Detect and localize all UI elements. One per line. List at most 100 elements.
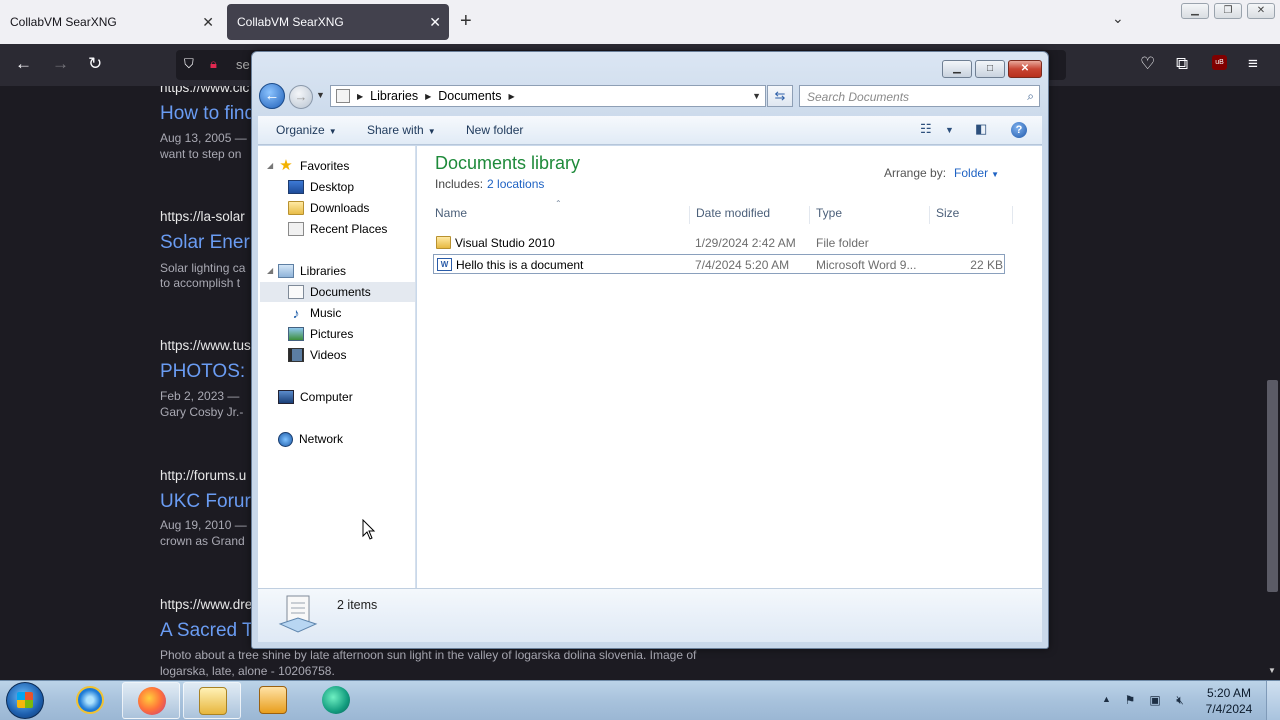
includes-label: Includes: <box>435 177 484 191</box>
page-scrollbar-thumb[interactable] <box>1267 380 1278 592</box>
close-icon[interactable]: ✕ <box>1247 3 1275 19</box>
nav-music[interactable]: ♪ Music <box>288 303 342 323</box>
preview-pane-icon[interactable]: ◧ <box>975 121 987 137</box>
share-with-button[interactable]: Share with ▼ <box>367 123 436 137</box>
nav-videos[interactable]: Videos <box>288 345 346 365</box>
pocket-icon[interactable]: ♡ <box>1140 54 1155 74</box>
collabvm-app-button[interactable] <box>307 682 365 719</box>
browser-tab-active[interactable]: CollabVM SearXNG ✕ <box>227 4 449 40</box>
new-tab-icon[interactable]: + <box>460 10 472 33</box>
list-tabs-icon[interactable]: ⌄ <box>1112 10 1124 27</box>
refresh-icon[interactable]: ⇆ <box>767 85 793 107</box>
forward-arrow-icon[interactable]: → <box>289 85 313 109</box>
locations-link[interactable]: 2 locations <box>487 177 544 191</box>
address-bar[interactable]: ▶ Libraries ▶ Documents ▶ ▼ <box>330 85 766 107</box>
library-title: Documents library <box>435 153 581 173</box>
nav-recent-places[interactable]: Recent Places <box>288 219 387 239</box>
minimize-icon[interactable]: ▁ <box>1181 3 1209 19</box>
media-player-button[interactable] <box>244 682 302 719</box>
result-url[interactable]: https://www.dre <box>160 597 252 612</box>
internet-explorer-button[interactable] <box>61 682 119 719</box>
help-icon[interactable]: ? <box>1011 122 1027 138</box>
change-view-icon[interactable]: ☷ <box>920 121 932 137</box>
star-icon: ★ <box>279 157 293 174</box>
breadcrumb-arrow-icon[interactable]: ▶ <box>425 92 431 101</box>
file-row[interactable]: Visual Studio 2010 1/29/2024 2:42 AM Fil… <box>433 233 1005 253</box>
column-header-name[interactable]: Name <box>434 206 690 224</box>
search-input[interactable]: Search Documents ⌕ <box>799 85 1040 107</box>
result-snippet: logarska, late, alone - 10206758. <box>160 664 335 678</box>
file-row[interactable]: W Hello this is a document 7/4/2024 5:20… <box>433 254 1005 274</box>
result-title[interactable]: How to find <box>160 103 255 125</box>
collapse-icon[interactable]: ◢ <box>267 161 273 170</box>
result-title[interactable]: UKC Forur <box>160 491 251 513</box>
url-text: se <box>236 57 250 72</box>
new-folder-button[interactable]: New folder <box>466 123 523 137</box>
ublock-origin-icon[interactable]: uB <box>1212 55 1227 70</box>
nav-network[interactable]: Network <box>278 429 343 449</box>
firefox-button[interactable] <box>122 682 180 719</box>
nav-libraries[interactable]: Libraries <box>278 261 346 281</box>
back-arrow-icon[interactable]: ← <box>259 83 285 109</box>
close-tab-icon[interactable]: ✕ <box>429 14 441 31</box>
browser-tab[interactable]: CollabVM SearXNG ✕ <box>0 0 222 44</box>
address-dropdown-icon[interactable]: ▼ <box>752 91 761 101</box>
restore-icon[interactable]: ❐ <box>1214 3 1242 19</box>
scroll-down-icon[interactable]: ▼ <box>1268 666 1276 675</box>
nav-label: Libraries <box>300 264 347 278</box>
breadcrumb-libraries[interactable]: Libraries <box>370 89 418 103</box>
videos-icon <box>288 348 304 362</box>
volume-muted-icon[interactable]: 🔇︎ <box>1173 693 1187 707</box>
result-title[interactable]: Solar Ener <box>160 232 250 254</box>
nav-label: Recent Places <box>310 222 388 236</box>
result-url[interactable]: https://www.tus <box>160 338 251 353</box>
back-arrow-icon[interactable]: ← <box>15 54 32 74</box>
result-url[interactable]: http://forums.u <box>160 468 246 483</box>
organize-button[interactable]: Organize ▼ <box>276 123 337 137</box>
column-header-size[interactable]: Size <box>935 206 1013 224</box>
result-title[interactable]: A Sacred T <box>160 620 254 642</box>
nav-favorites[interactable]: ★ Favorites <box>278 156 349 176</box>
windows-explorer-button[interactable] <box>183 682 241 719</box>
nav-computer[interactable]: Computer <box>278 387 353 407</box>
result-url[interactable]: https://la-solar <box>160 209 245 224</box>
column-header-date[interactable]: Date modified <box>695 206 810 224</box>
result-snippet: Solar lighting ca <box>160 261 246 275</box>
network-tray-icon[interactable]: ▣ <box>1148 693 1162 707</box>
menu-icon[interactable]: ≡ <box>1248 54 1258 74</box>
search-icon[interactable]: ⌕ <box>1027 89 1034 104</box>
reload-icon[interactable]: ↻ <box>88 54 102 74</box>
breadcrumb-arrow-icon[interactable]: ▶ <box>357 92 363 101</box>
result-snippet: crown as Grand <box>160 534 245 548</box>
forward-arrow-icon[interactable]: → <box>52 54 69 74</box>
close-icon[interactable]: ✕ <box>1008 60 1042 78</box>
recent-pages-dropdown-icon[interactable]: ▼ <box>316 90 325 100</box>
result-title[interactable]: PHOTOS: <box>160 361 245 383</box>
clock-date: 7/4/2024 <box>1205 702 1253 716</box>
minimize-icon[interactable]: ▁ <box>942 60 972 78</box>
collapse-icon[interactable]: ◢ <box>267 266 273 275</box>
desktop-icon <box>288 180 304 194</box>
lock-icon[interactable]: 🔒︎ <box>210 56 217 72</box>
clock-time: 5:20 AM <box>1206 686 1252 700</box>
show-desktop-button[interactable] <box>1266 681 1280 720</box>
breadcrumb-arrow-icon[interactable]: ▶ <box>508 92 514 101</box>
shield-icon[interactable]: ⛉ <box>184 56 194 72</box>
system-clock[interactable]: 5:20 AM 7/4/2024 <box>1200 685 1258 717</box>
file-type: File folder <box>816 236 869 250</box>
show-hidden-icons-icon[interactable]: ▲ <box>1102 694 1111 704</box>
nav-documents[interactable]: Documents <box>260 282 415 302</box>
column-header-type[interactable]: Type <box>815 206 930 224</box>
nav-desktop[interactable]: Desktop <box>288 177 354 197</box>
result-url[interactable]: https://www.cic <box>160 86 249 95</box>
extensions-icon[interactable]: ⧉ <box>1176 54 1188 74</box>
chevron-down-icon[interactable]: ▼ <box>991 170 999 179</box>
nav-pictures[interactable]: Pictures <box>288 324 353 344</box>
close-tab-icon[interactable]: ✕ <box>202 14 214 31</box>
view-dropdown-icon[interactable]: ▼ <box>945 125 954 135</box>
arrange-by-dropdown[interactable]: Folder <box>954 166 988 180</box>
action-center-flag-icon[interactable]: ⚑ <box>1123 693 1137 707</box>
nav-downloads[interactable]: Downloads <box>288 198 369 218</box>
maximize-icon[interactable]: □ <box>975 60 1005 78</box>
breadcrumb-documents[interactable]: Documents <box>438 89 501 103</box>
